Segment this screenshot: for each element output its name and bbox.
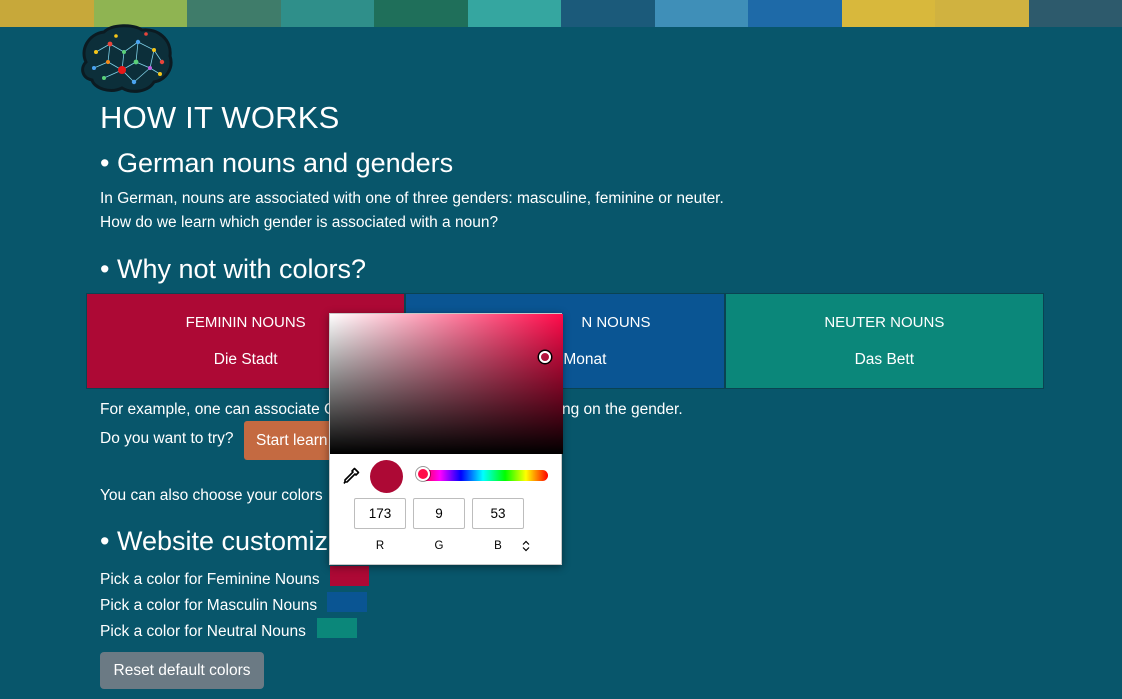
color-preview-circle <box>370 460 403 493</box>
card-word: Das Bett <box>854 351 915 368</box>
blue-value-input[interactable] <box>472 498 524 529</box>
banner-segment <box>280 0 374 27</box>
neutral-color-swatch[interactable] <box>317 618 357 638</box>
banner-segment <box>561 0 655 27</box>
green-label: G <box>434 540 444 552</box>
masculin-color-swatch[interactable] <box>327 592 367 612</box>
saturation-value-area[interactable] <box>330 314 563 454</box>
banner-segment <box>841 0 935 27</box>
red-value-input[interactable] <box>354 498 406 529</box>
pick-masculin-label: Pick a color for Masculin Nouns <box>100 597 318 614</box>
intro-text-line-1: In German, nouns are associated with one… <box>100 190 724 207</box>
gender-cards: FEMININ NOUNS Die Stadt N NOUNS Monat NE… <box>86 293 1044 389</box>
blue-label: B <box>494 540 502 552</box>
pick-feminine-label: Pick a color for Feminine Nouns <box>100 571 320 588</box>
neuter-card: NEUTER NOUNS Das Bett <box>724 293 1044 389</box>
format-toggle-icon[interactable] <box>522 540 530 552</box>
start-learning-button[interactable]: Start learn <box>244 421 340 460</box>
color-picker-popup: R G B <box>329 313 563 565</box>
banner-segment <box>654 0 748 27</box>
section-heading-colors: • Why not with colors? <box>100 254 367 284</box>
banner-segment <box>1028 0 1122 27</box>
saturation-value-handle[interactable] <box>539 351 551 363</box>
feminine-color-swatch[interactable] <box>330 566 369 586</box>
banner-segment <box>187 0 281 27</box>
green-value-input[interactable] <box>413 498 465 529</box>
try-prompt-text: Do you want to try? <box>100 430 234 447</box>
red-label: R <box>375 540 385 552</box>
page-title: HOW IT WORKS <box>100 100 340 135</box>
banner-segment <box>935 0 1029 27</box>
reset-default-colors-button[interactable]: Reset default colors <box>100 652 264 689</box>
eyedropper-icon[interactable] <box>342 467 360 485</box>
section-heading-customization: • Website customiza <box>100 526 344 556</box>
example-text-start: For example, one can associate C <box>100 401 336 418</box>
example-text-end: ng on the gender. <box>562 401 683 418</box>
brain-network-icon <box>81 24 173 93</box>
section-heading-genders: • German nouns and genders <box>100 148 454 178</box>
banner-segment <box>374 0 468 27</box>
intro-text-line-2: How do we learn which gender is associat… <box>100 214 499 231</box>
hue-slider-handle[interactable] <box>416 467 430 481</box>
banner-segment <box>467 0 561 27</box>
card-title: NEUTER NOUNS <box>824 314 945 331</box>
hue-slider[interactable] <box>418 470 548 481</box>
choose-colors-text: You can also choose your colors <box>100 487 323 504</box>
banner-segment <box>748 0 842 27</box>
pick-neutral-label: Pick a color for Neutral Nouns <box>100 623 306 640</box>
